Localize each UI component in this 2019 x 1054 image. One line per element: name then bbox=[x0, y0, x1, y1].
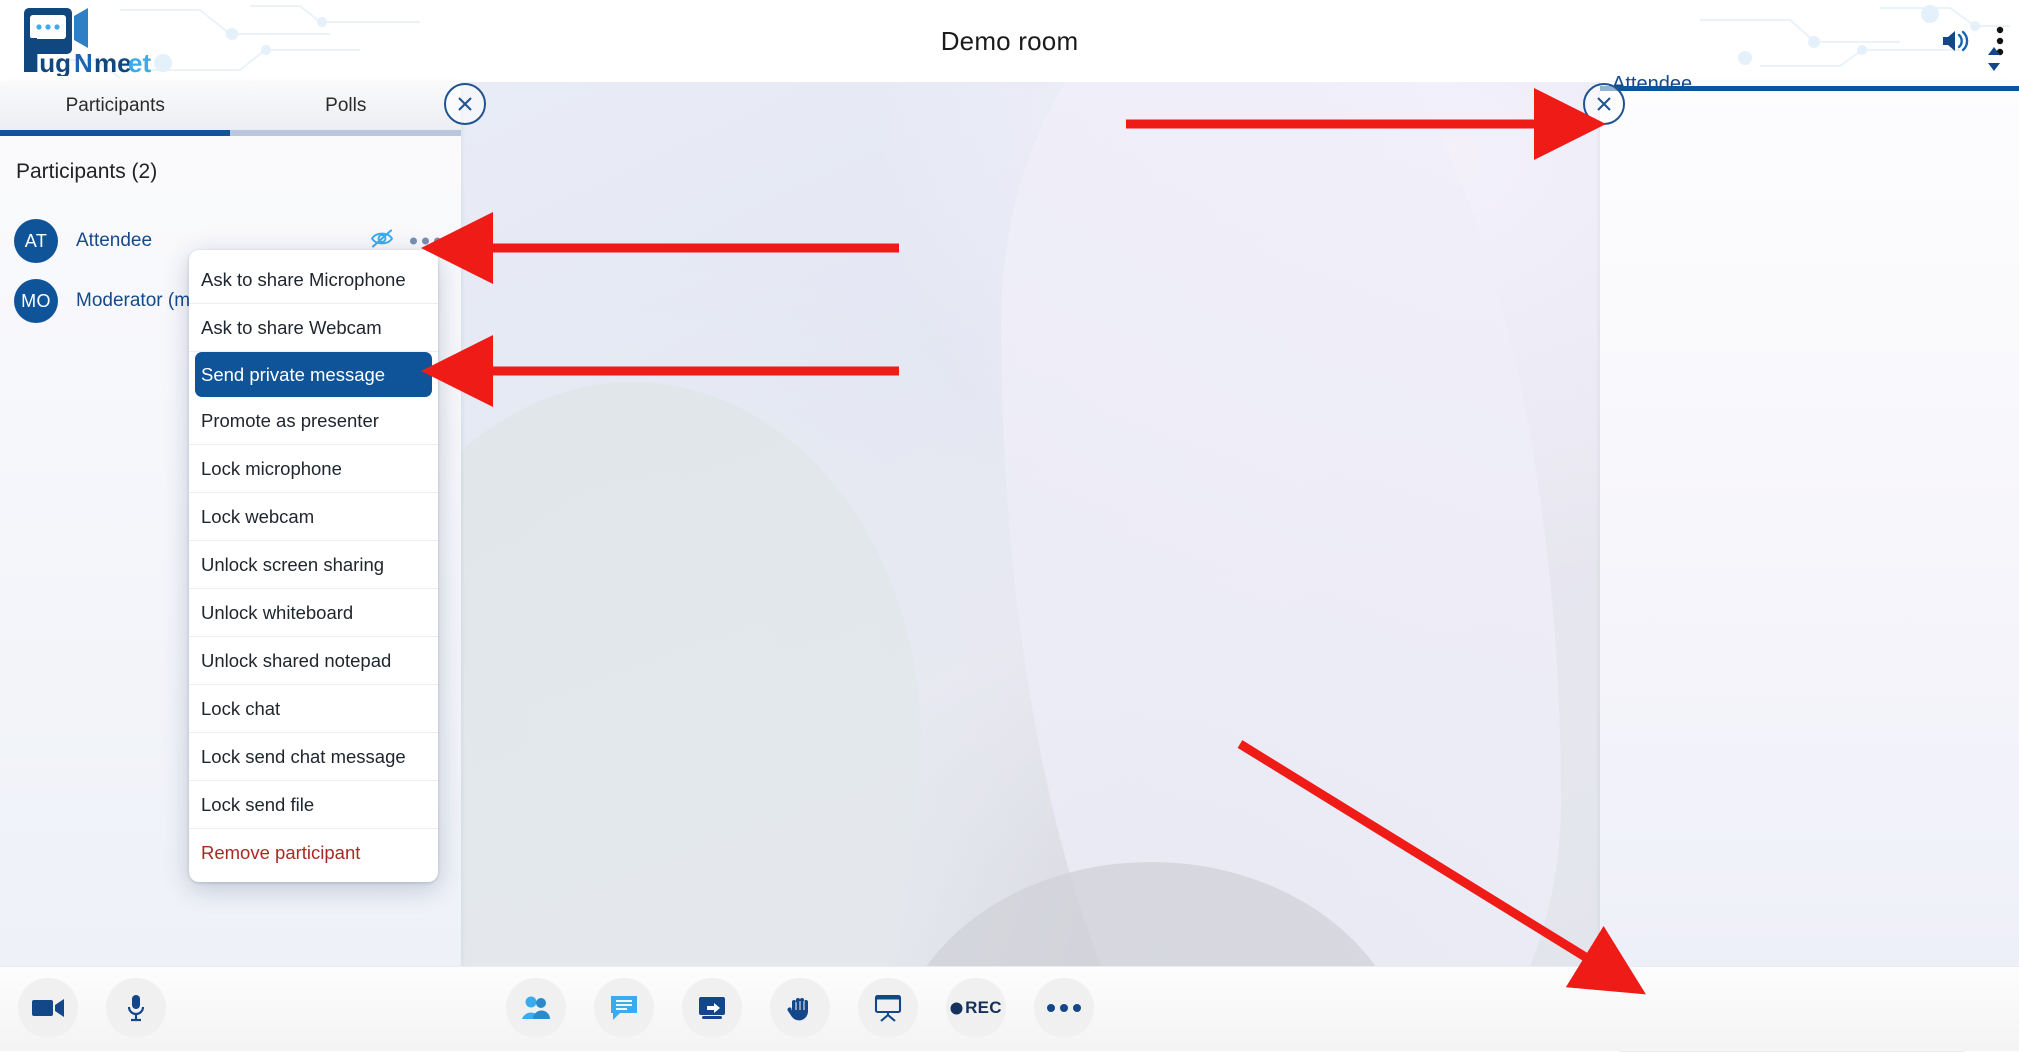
tabs-underline-active bbox=[0, 130, 230, 136]
stage-blob-decoration bbox=[461, 382, 921, 966]
menu-item-lock-microphone[interactable]: Lock microphone bbox=[189, 445, 438, 493]
close-right-panel-button[interactable] bbox=[1583, 83, 1625, 125]
right-panel-title: Attendee bbox=[1612, 72, 1693, 95]
close-icon bbox=[1597, 97, 1611, 111]
record-button[interactable]: REC bbox=[946, 978, 1006, 1038]
menu-item-unlock-shared-notepad[interactable]: Unlock shared notepad bbox=[189, 637, 438, 685]
right-panel-underline bbox=[1600, 86, 2019, 91]
webcam-icon bbox=[32, 999, 64, 1017]
right-panel-header: Attendee bbox=[1600, 47, 2019, 108]
menu-item-lock-webcam[interactable]: Lock webcam bbox=[189, 493, 438, 541]
close-icon bbox=[458, 97, 472, 111]
sort-updown-icon[interactable] bbox=[1985, 44, 2003, 79]
chat-icon bbox=[611, 996, 637, 1020]
screenshare-button[interactable] bbox=[682, 978, 742, 1038]
menu-item-unlock-whiteboard[interactable]: Unlock whiteboard bbox=[189, 589, 438, 637]
three-dots-icon bbox=[1047, 1004, 1081, 1012]
participant-name: Attendee bbox=[76, 230, 153, 251]
record-icon bbox=[950, 1002, 963, 1014]
menu-item-lock-chat[interactable]: Lock chat bbox=[189, 685, 438, 733]
tab-participants[interactable]: Participants bbox=[0, 82, 231, 130]
screen-share-icon bbox=[699, 997, 725, 1019]
tab-polls[interactable]: Polls bbox=[231, 82, 462, 130]
participant-name: Moderator (me bbox=[76, 290, 201, 311]
right-side-panel: Attendee Write message (new line: Shift … bbox=[1600, 47, 2019, 1052]
volume-icon[interactable] bbox=[1939, 26, 1971, 56]
menu-item-promote-as-presenter[interactable]: Promote as presenter bbox=[189, 397, 438, 445]
whiteboard-button[interactable] bbox=[858, 978, 918, 1038]
participants-button[interactable] bbox=[506, 978, 566, 1038]
avatar: AT bbox=[14, 219, 58, 263]
chat-button[interactable] bbox=[594, 978, 654, 1038]
stage-blob-decoration bbox=[1001, 82, 1561, 966]
menu-item-remove-participant[interactable]: Remove participant bbox=[189, 829, 438, 876]
raise-hand-icon bbox=[787, 998, 808, 1021]
avatar: MO bbox=[14, 279, 58, 323]
webcam-button[interactable] bbox=[18, 978, 78, 1038]
menu-item-ask-share-microphone[interactable]: Ask to share Microphone bbox=[189, 256, 438, 304]
participants-icon bbox=[522, 996, 550, 1019]
participants-section-title: Participants (2) bbox=[16, 160, 158, 183]
menu-item-ask-share-webcam[interactable]: Ask to share Webcam bbox=[189, 304, 438, 352]
menu-item-unlock-screen-sharing[interactable]: Unlock screen sharing bbox=[189, 541, 438, 589]
raise-hand-button[interactable] bbox=[770, 978, 830, 1038]
menu-item-lock-send-chat-message[interactable]: Lock send chat message bbox=[189, 733, 438, 781]
more-options-button[interactable] bbox=[1034, 978, 1094, 1038]
microphone-icon bbox=[127, 995, 145, 1022]
three-dots-icon[interactable] bbox=[410, 237, 441, 245]
menu-item-send-private-message[interactable]: Send private message bbox=[195, 352, 432, 397]
microphone-button[interactable] bbox=[106, 978, 166, 1038]
bottom-toolbar bbox=[0, 966, 2019, 1051]
close-left-panel-button[interactable] bbox=[444, 83, 486, 125]
left-panel-tabs: Participants Polls bbox=[0, 82, 461, 130]
menu-item-lock-send-file[interactable]: Lock send file bbox=[189, 781, 438, 829]
record-label: REC bbox=[965, 998, 1002, 1017]
whiteboard-icon bbox=[874, 994, 902, 1022]
video-stage bbox=[461, 82, 1600, 966]
participant-context-menu: Ask to share Microphone Ask to share Web… bbox=[189, 250, 438, 882]
